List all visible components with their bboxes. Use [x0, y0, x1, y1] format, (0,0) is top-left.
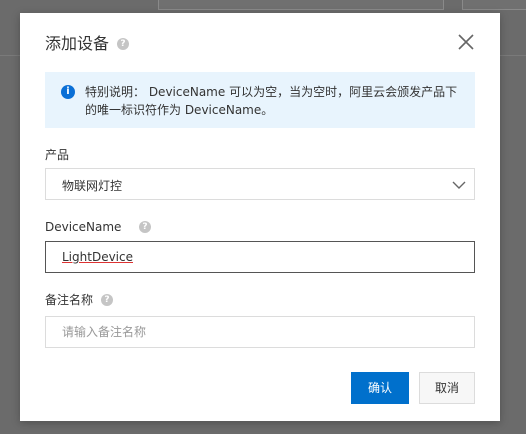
help-icon[interactable]: ? [139, 221, 151, 233]
product-label: 产品 [45, 148, 70, 162]
device-name-input[interactable] [45, 241, 475, 273]
help-icon[interactable]: ? [117, 38, 129, 50]
close-icon [458, 34, 474, 50]
background-select [158, 0, 444, 10]
remark-label: 备注名称 [45, 293, 94, 307]
product-select[interactable]: 物联网灯控 [45, 168, 475, 200]
dialog-title: 添加设备 [45, 34, 110, 53]
confirm-button[interactable]: 确认 [351, 372, 409, 404]
add-device-dialog: 添加设备 ? i 特别说明： DeviceName 可以为空，当为空时，阿里云会… [20, 13, 500, 421]
product-select-value: 物联网灯控 [62, 179, 123, 193]
chevron-down-icon [452, 181, 466, 189]
notice-box: i 特别说明： DeviceName 可以为空，当为空时，阿里云会颁发产品下的唯… [45, 72, 475, 128]
cancel-button[interactable]: 取消 [419, 372, 475, 404]
info-icon: i [61, 85, 75, 99]
remark-input[interactable] [45, 316, 475, 348]
notice-text: 特别说明： DeviceName 可以为空，当为空时，阿里云会颁发产品下的唯一标… [85, 85, 458, 117]
background-button [462, 0, 526, 10]
help-icon[interactable]: ? [101, 294, 113, 306]
background-divider [443, 0, 444, 10]
device-name-label: DeviceName [45, 220, 122, 234]
close-button[interactable] [456, 32, 476, 52]
